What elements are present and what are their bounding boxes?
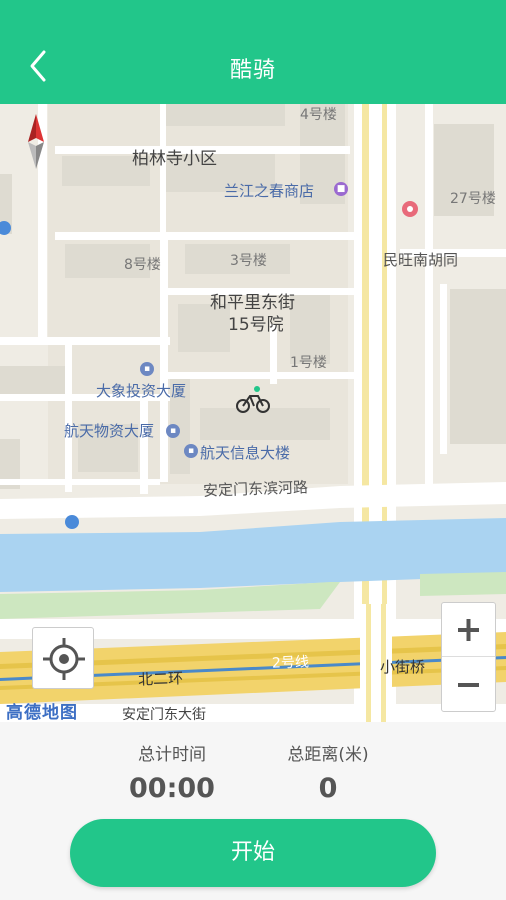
compass-icon[interactable] xyxy=(26,114,46,169)
map-label: 3号楼 xyxy=(230,253,267,269)
building-icon: ▪ xyxy=(184,444,198,458)
map-label: 4号楼 xyxy=(300,107,337,123)
crosshair-icon xyxy=(43,638,85,680)
locate-button[interactable] xyxy=(32,627,94,689)
app-header: 酷骑 xyxy=(0,0,506,104)
map-label: 北二环 xyxy=(137,669,184,689)
amap-logo: 高德地图 xyxy=(6,703,78,722)
start-button[interactable]: 开始 xyxy=(70,819,436,887)
map-label: 柏林寺小区 xyxy=(132,149,217,169)
map-label: 大象投资大厦 xyxy=(96,382,187,400)
map-label: 15号院 xyxy=(228,315,284,335)
zoom-out-button[interactable] xyxy=(442,658,495,712)
zoom-controls xyxy=(441,602,496,712)
map-label: 兰江之春商店 xyxy=(224,182,315,200)
total-time-label: 总计时间 xyxy=(138,745,206,765)
zoom-in-button[interactable] xyxy=(442,603,495,657)
map-label: 民旺南胡同 xyxy=(383,251,459,269)
total-time-value: 00:00 xyxy=(129,773,215,804)
map-label: 小街桥 xyxy=(380,658,426,676)
building-icon: ▪ xyxy=(140,362,154,376)
map-label: 2号线 xyxy=(271,654,310,672)
map-label: 1号楼 xyxy=(290,355,327,371)
map-label: 安定门东大街 xyxy=(122,707,206,722)
total-distance-stat: 总距离(米) 0 xyxy=(268,740,388,804)
map-label: 27号楼 xyxy=(450,191,496,207)
shop-icon: ■ xyxy=(334,182,348,196)
ride-stats: 总计时间 00:00 总距离(米) 0 xyxy=(0,722,506,812)
page-title: 酷骑 xyxy=(229,58,276,83)
total-distance-label: 总距离(米) xyxy=(287,745,369,765)
map-label: 安定门东滨河路 xyxy=(202,478,309,500)
map-label: 8号楼 xyxy=(124,257,161,273)
map-view[interactable]: 4号楼 柏林寺小区 兰江之春商店 ■ 27号楼 民旺南胡同 8号楼 3号楼 和平… xyxy=(0,104,506,722)
map-label: 航天信息大楼 xyxy=(200,444,291,462)
plus-icon xyxy=(458,619,479,641)
map-label: 航天物资大厦 xyxy=(64,422,155,440)
minus-icon xyxy=(458,683,479,687)
total-distance-value: 0 xyxy=(318,773,338,804)
total-time-stat: 总计时间 00:00 xyxy=(112,740,232,804)
building-icon: ▪ xyxy=(166,424,180,438)
